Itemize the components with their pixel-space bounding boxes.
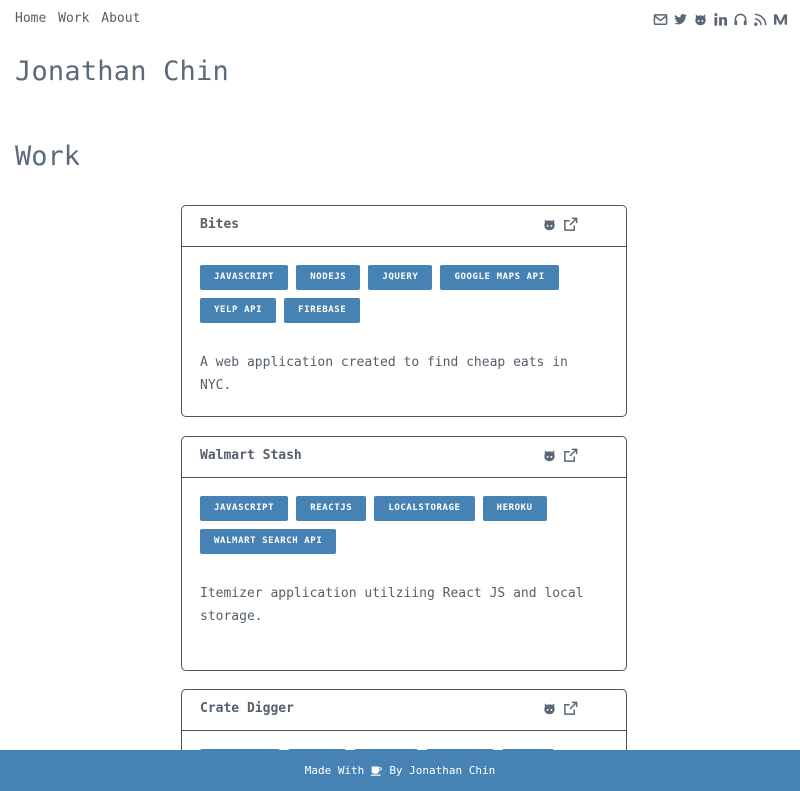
github-icon[interactable] bbox=[542, 448, 557, 463]
footer-by: By Jonathan Chin bbox=[389, 764, 496, 777]
card-links bbox=[542, 448, 578, 463]
medium-icon[interactable] bbox=[773, 12, 788, 27]
footer-made-with: Made With bbox=[304, 764, 365, 777]
tag: JAVASCRIPT bbox=[200, 265, 289, 290]
tag: WALMART SEARCH API bbox=[200, 529, 337, 554]
card-header: Crate Digger bbox=[182, 690, 626, 731]
card-title: Crate Digger bbox=[200, 701, 294, 716]
tag: YELP API bbox=[200, 298, 277, 323]
github-icon[interactable] bbox=[542, 701, 557, 716]
external-link-icon[interactable] bbox=[563, 217, 578, 232]
top-nav: Home Work About bbox=[15, 11, 144, 26]
headphones-icon[interactable] bbox=[733, 12, 748, 27]
envelope-icon[interactable] bbox=[653, 12, 668, 27]
external-link-icon[interactable] bbox=[563, 701, 578, 716]
tag-list: JAVASCRIPT REACTJS LOCALSTORAGE HEROKU W… bbox=[200, 496, 610, 554]
tag: NODEJS bbox=[296, 265, 361, 290]
social-links bbox=[653, 12, 788, 27]
card-links bbox=[542, 701, 578, 716]
card-description: Itemizer application utilziing React JS … bbox=[200, 586, 584, 624]
nav-home-link[interactable]: Home bbox=[15, 11, 46, 26]
tag: LOCALSTORAGE bbox=[374, 496, 475, 521]
site-title: Jonathan Chin bbox=[15, 56, 229, 87]
tag: REACTJS bbox=[296, 496, 367, 521]
tag: HEROKU bbox=[482, 496, 547, 521]
rss-icon[interactable] bbox=[753, 12, 768, 27]
coffee-icon bbox=[370, 764, 383, 777]
card-description: A web application created to find cheap … bbox=[200, 355, 568, 393]
nav-about-link[interactable]: About bbox=[101, 11, 140, 26]
github-icon[interactable] bbox=[693, 12, 708, 27]
tag: JAVASCRIPT bbox=[200, 496, 289, 521]
tag: GOOGLE MAPS API bbox=[440, 265, 559, 290]
nav-work-link[interactable]: Work bbox=[58, 11, 89, 26]
footer: Made With By Jonathan Chin bbox=[0, 750, 800, 791]
card-body: JAVASCRIPT NODEJS JQUERY GOOGLE MAPS API… bbox=[182, 247, 626, 397]
card-title: Bites bbox=[200, 217, 240, 232]
card-header: Walmart Stash bbox=[182, 437, 626, 478]
tag-list: JAVASCRIPT NODEJS JQUERY GOOGLE MAPS API… bbox=[200, 265, 610, 323]
project-card-bites: Bites JAVASCRIPT NODEJS JQUERY GOOGLE MA… bbox=[181, 205, 627, 417]
twitter-icon[interactable] bbox=[673, 12, 688, 27]
tag: FIREBASE bbox=[284, 298, 361, 323]
github-icon[interactable] bbox=[542, 217, 557, 232]
tag: JQUERY bbox=[368, 265, 433, 290]
card-links bbox=[542, 217, 578, 232]
external-link-icon[interactable] bbox=[563, 448, 578, 463]
card-body: JAVASCRIPT REACTJS LOCALSTORAGE HEROKU W… bbox=[182, 478, 626, 628]
project-card-walmart-stash: Walmart Stash JAVASCRIPT REACTJS LOCALST… bbox=[181, 436, 627, 671]
card-header: Bites bbox=[182, 206, 626, 247]
linkedin-icon[interactable] bbox=[713, 12, 728, 27]
card-title: Walmart Stash bbox=[200, 448, 302, 463]
section-title: Work bbox=[15, 141, 81, 172]
